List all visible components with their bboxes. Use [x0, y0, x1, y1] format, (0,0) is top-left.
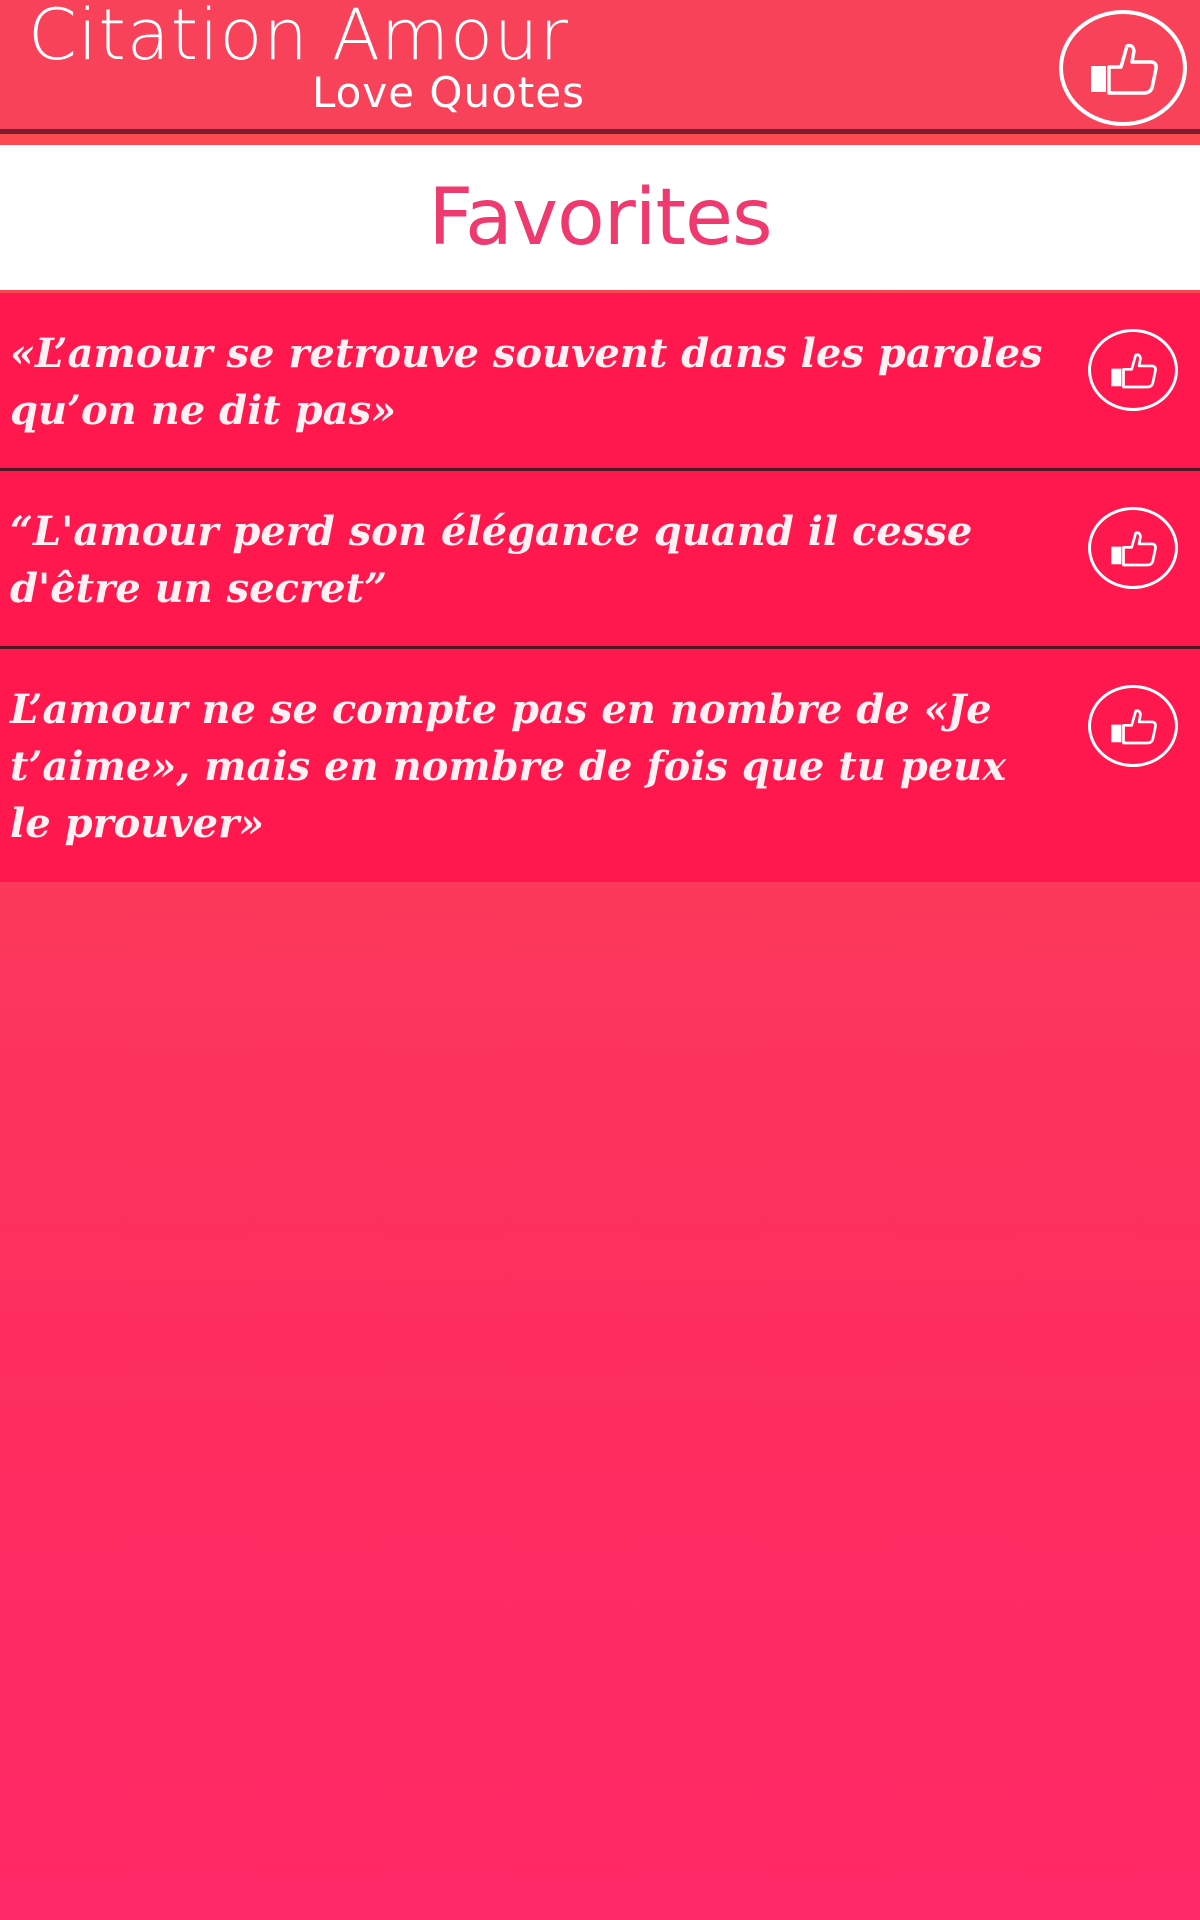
thumbs-up-icon	[1111, 353, 1157, 389]
list-item[interactable]: «L’amour se retrouve souvent dans les pa…	[0, 293, 1200, 471]
list-item[interactable]: L’amour ne se compte pas en nombre de «J…	[0, 649, 1200, 882]
list-item[interactable]: “L'amour perd son élégance quand il cess…	[0, 471, 1200, 649]
thumbs-up-icon	[1111, 709, 1157, 745]
quote-like-button[interactable]	[1088, 685, 1178, 767]
quote-like-button[interactable]	[1088, 507, 1178, 589]
thumbs-up-icon	[1091, 43, 1158, 95]
quote-like-button[interactable]	[1088, 329, 1178, 411]
app-subtitle: Love Quotes	[312, 68, 585, 117]
thumbs-up-icon	[1111, 531, 1157, 567]
header-like-button[interactable]	[1059, 10, 1187, 126]
quote-text: L’amour ne se compte pas en nombre de «J…	[10, 686, 1007, 847]
app-title: Citation Amour	[28, 0, 570, 76]
quote-text: «L’amour se retrouve souvent dans les pa…	[10, 330, 1043, 434]
quote-text: “L'amour perd son élégance quand il cess…	[10, 508, 973, 612]
favorites-bar: Favorites	[0, 145, 1200, 290]
page-title: Favorites	[428, 172, 772, 263]
quote-list: «L’amour se retrouve souvent dans les pa…	[0, 293, 1200, 882]
app-header: Citation Amour Love Quotes	[0, 0, 1200, 134]
